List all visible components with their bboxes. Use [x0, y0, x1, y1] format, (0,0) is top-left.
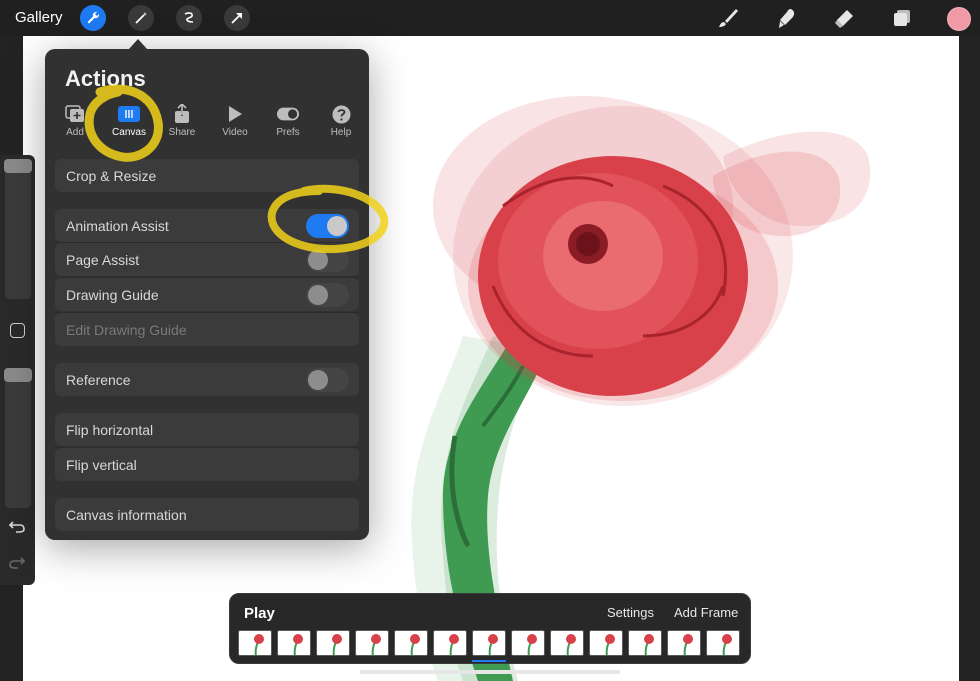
canvas-information-row[interactable]: Canvas information — [55, 498, 359, 531]
actions-panel: Actions Add Canvas Share Video Prefs Hel… — [45, 39, 369, 540]
frame-thumbnail[interactable] — [316, 630, 350, 656]
canvas-icon — [118, 104, 140, 124]
help-icon — [330, 104, 352, 124]
flip-vertical-row[interactable]: Flip vertical — [55, 448, 359, 481]
page-assist-toggle[interactable] — [306, 248, 349, 272]
selection-icon[interactable] — [176, 5, 202, 31]
brush-sidebar — [0, 155, 35, 585]
panel-pointer — [129, 39, 147, 49]
toggle-icon — [277, 104, 299, 124]
animation-assist-toggle[interactable] — [306, 214, 349, 238]
layers-icon[interactable] — [890, 6, 914, 30]
opacity-thumb[interactable] — [4, 368, 32, 382]
animation-timeline: Play Settings Add Frame — [229, 593, 751, 664]
frame-thumbnail[interactable] — [550, 630, 584, 656]
undo-icon[interactable] — [8, 519, 26, 533]
tab-share[interactable]: Share — [155, 104, 209, 144]
play-button[interactable]: Play — [244, 605, 275, 622]
frame-thumbnail[interactable] — [511, 630, 545, 656]
edit-drawing-guide-row: Edit Drawing Guide — [55, 313, 359, 346]
play-icon — [224, 104, 246, 124]
smudge-icon[interactable] — [774, 6, 798, 30]
add-image-icon — [64, 104, 86, 124]
wrench-icon[interactable] — [80, 5, 106, 31]
frame-thumbnail[interactable] — [433, 630, 467, 656]
tab-add[interactable]: Add — [48, 104, 102, 144]
page-assist-row[interactable]: Page Assist — [55, 243, 359, 276]
frame-thumbnail[interactable] — [472, 630, 506, 656]
reference-row[interactable]: Reference — [55, 363, 359, 396]
redo-icon[interactable] — [8, 555, 26, 569]
crop-resize-row[interactable]: Crop & Resize — [55, 159, 359, 192]
animation-assist-row[interactable]: Animation Assist — [55, 209, 359, 242]
frame-thumbnail[interactable] — [238, 630, 272, 656]
transform-arrow-icon[interactable] — [224, 5, 250, 31]
share-icon — [171, 104, 193, 124]
color-swatch-button[interactable] — [947, 7, 971, 31]
panel-title: Actions — [65, 66, 146, 91]
brush-size-slider[interactable] — [4, 159, 32, 299]
tab-video[interactable]: Video — [208, 104, 262, 144]
frame-strip — [238, 630, 744, 662]
drawing-guide-row[interactable]: Drawing Guide — [55, 278, 359, 311]
gallery-button[interactable]: Gallery — [15, 9, 63, 26]
procreate-app: Gallery Actions Add Canvas Share Video P… — [0, 0, 980, 681]
top-toolbar: Gallery — [0, 0, 980, 36]
frame-thumbnail[interactable] — [706, 630, 740, 656]
tab-help[interactable]: Help — [314, 104, 368, 144]
home-indicator — [360, 670, 620, 674]
frame-thumbnail[interactable] — [589, 630, 623, 656]
frame-thumbnail[interactable] — [277, 630, 311, 656]
flip-horizontal-row[interactable]: Flip horizontal — [55, 413, 359, 446]
brush-icon[interactable] — [716, 6, 740, 30]
frame-thumbnail[interactable] — [667, 630, 701, 656]
opacity-slider[interactable] — [4, 368, 32, 508]
eraser-icon[interactable] — [832, 6, 856, 30]
tab-canvas[interactable]: Canvas — [102, 104, 156, 144]
settings-button[interactable]: Settings — [607, 605, 654, 620]
tab-prefs[interactable]: Prefs — [261, 104, 315, 144]
magic-wand-icon[interactable] — [128, 5, 154, 31]
frame-thumbnail[interactable] — [355, 630, 389, 656]
frame-thumbnail[interactable] — [628, 630, 662, 656]
add-frame-button[interactable]: Add Frame — [674, 605, 738, 620]
drawing-guide-toggle[interactable] — [306, 283, 349, 307]
brush-size-thumb[interactable] — [4, 159, 32, 173]
modifier-button[interactable] — [10, 323, 25, 338]
selected-frame-indicator — [472, 660, 506, 662]
reference-toggle[interactable] — [306, 368, 349, 392]
frame-thumbnail[interactable] — [394, 630, 428, 656]
